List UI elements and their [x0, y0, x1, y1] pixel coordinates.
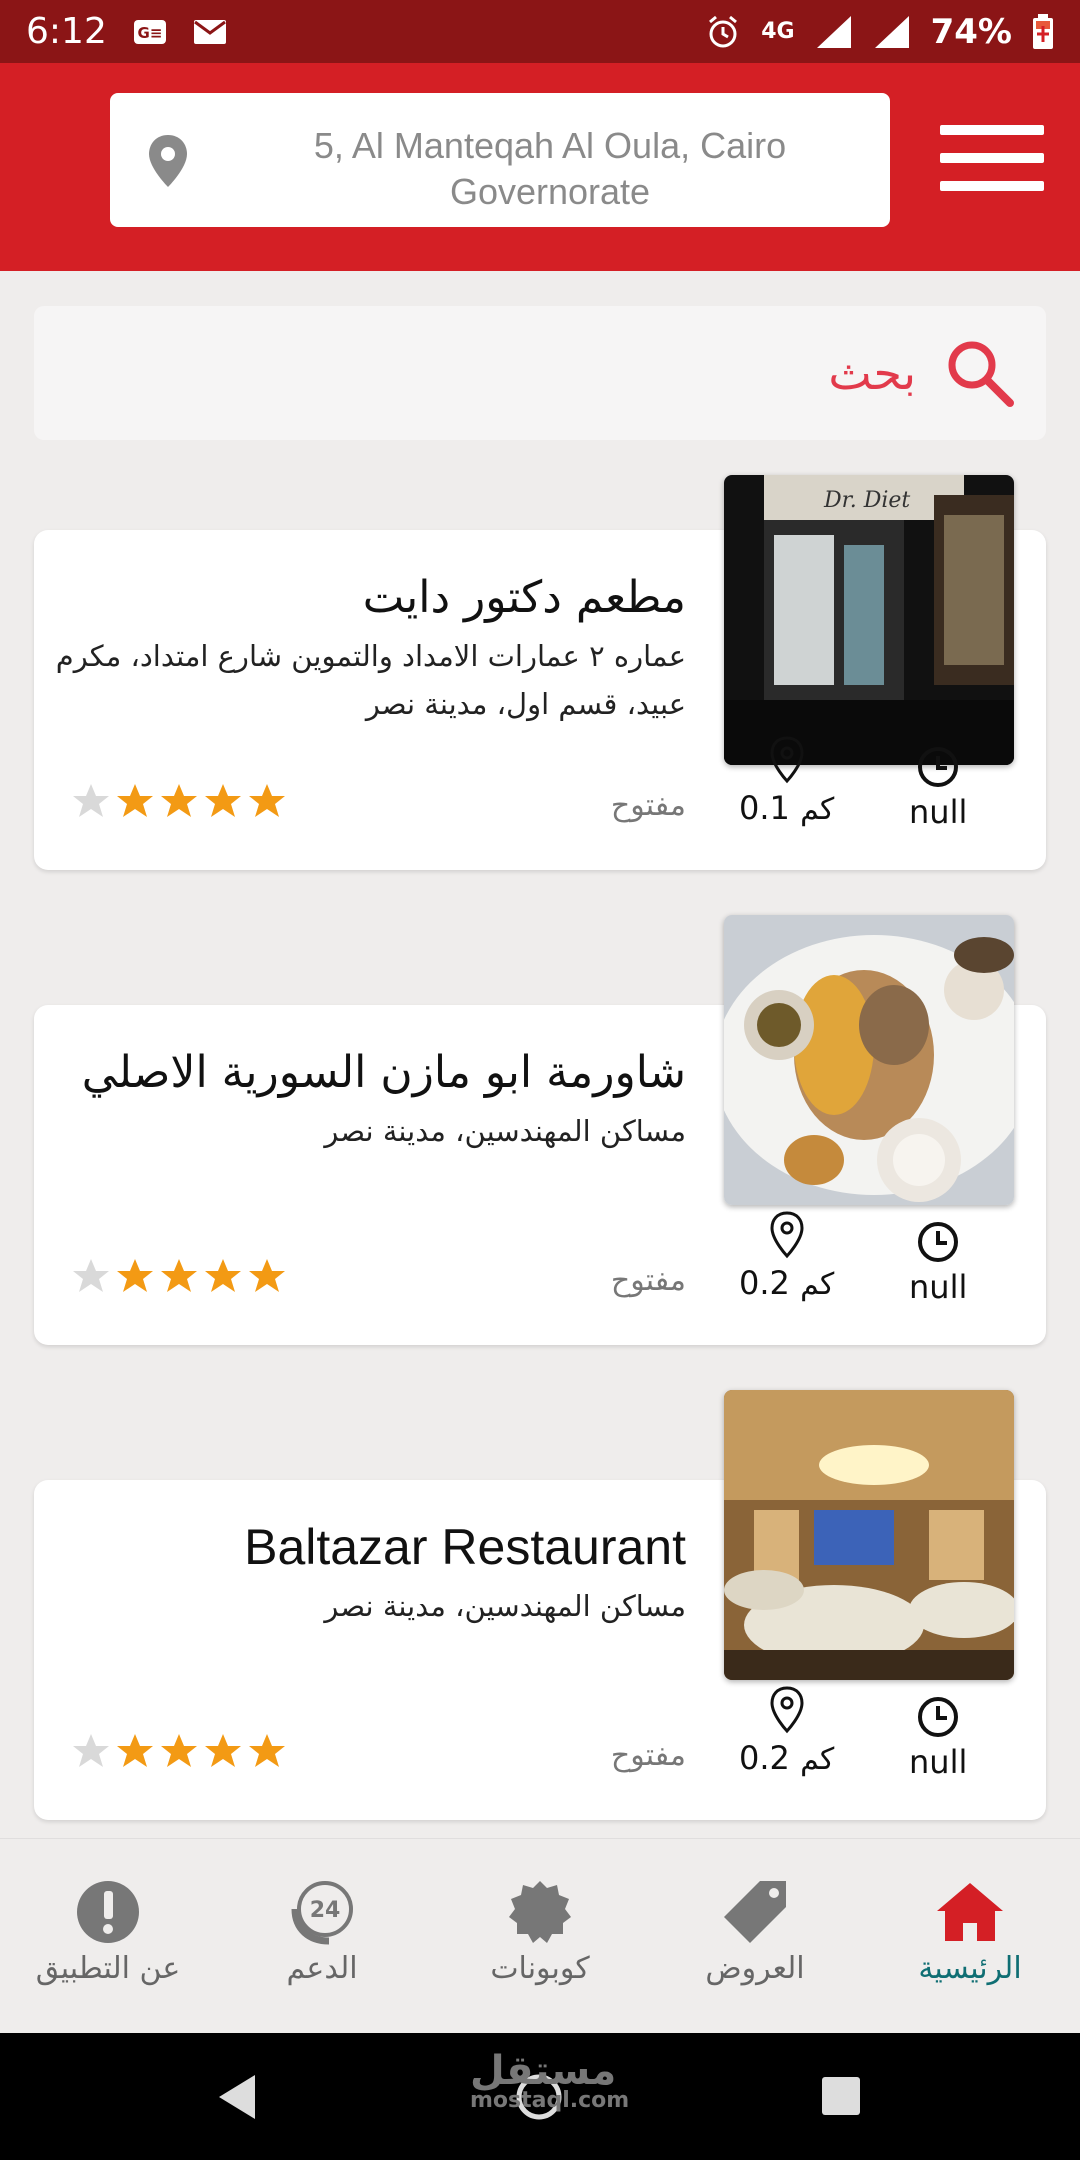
hours-value: null — [909, 1268, 968, 1306]
restaurant-photo — [724, 1390, 1014, 1680]
coupon-icon — [509, 1881, 571, 1943]
star-empty-icon — [73, 1734, 109, 1767]
network-type: 4G — [761, 19, 795, 44]
location-pin-icon — [149, 135, 187, 187]
hours-value: null — [909, 1743, 968, 1781]
distance-value: 0.2 — [739, 1739, 790, 1777]
distance-unit: كم — [800, 1267, 835, 1302]
nav-offers[interactable]: العروض — [655, 1879, 855, 1986]
distance-unit: كم — [800, 1742, 835, 1777]
bottom-navigation: عن التطبيق 24 الدعم كوبونات العروض الرئي… — [0, 1838, 1080, 2033]
clock-time: 6:12 — [26, 11, 107, 52]
battery-percent: 74% — [930, 11, 1012, 52]
star-filled-icon — [249, 1259, 285, 1292]
open-status: مفتوح — [610, 1263, 686, 1298]
star-filled-icon — [161, 784, 197, 817]
star-filled-icon — [249, 784, 285, 817]
restaurant-name: Baltazar Restaurant — [244, 1519, 686, 1575]
clock-icon — [918, 1697, 959, 1737]
search-label: بحث — [828, 346, 916, 400]
star-filled-icon — [117, 784, 153, 817]
restaurant-address: عماره ٢ عمارات الامداد والتموين شارع امت… — [55, 639, 686, 721]
status-bar: 6:12 G≡ 4G 74% — [0, 0, 1080, 63]
battery-charging-icon — [1033, 13, 1053, 49]
star-filled-icon — [161, 1259, 197, 1292]
nav-coupons[interactable]: كوبونات — [440, 1879, 640, 1986]
location-pin-outline-icon — [770, 1211, 804, 1259]
nav-label: عن التطبيق — [35, 1951, 181, 1986]
svg-text:Dr. Diet: Dr. Diet — [823, 488, 910, 513]
nav-support[interactable]: 24 الدعم — [222, 1879, 422, 1986]
recents-icon[interactable] — [820, 2075, 862, 2117]
nav-about[interactable]: عن التطبيق — [8, 1879, 208, 1986]
location-pin-outline-icon — [770, 736, 804, 784]
distance-info: كم 0.2 — [739, 1685, 834, 1777]
svg-text:24: 24 — [310, 1898, 341, 1923]
nav-label: العروض — [705, 1951, 805, 1986]
support-24-icon: 24 — [291, 1881, 353, 1945]
hours-info: null — [909, 745, 967, 831]
watermark-sub: mostaql.com — [470, 2088, 630, 2113]
distance-unit: كم — [800, 792, 835, 827]
watermark: مستقل mostaql.com — [470, 2048, 629, 2113]
restaurant-address: مساكن المهندسين، مدينة نصر — [324, 1589, 686, 1623]
star-filled-icon — [161, 1734, 197, 1767]
star-filled-icon — [205, 784, 241, 817]
hours-value: null — [909, 793, 968, 831]
location-pin-outline-icon — [770, 1686, 804, 1734]
tag-icon — [724, 1881, 786, 1943]
signal-icon — [816, 15, 851, 48]
distance-value: 0.2 — [739, 1264, 790, 1302]
restaurant-photo: Dr. Diet — [724, 475, 1014, 765]
star-filled-icon — [205, 1259, 241, 1292]
star-filled-icon — [117, 1259, 153, 1292]
search-icon[interactable] — [944, 337, 1016, 409]
nav-home[interactable]: الرئيسية — [870, 1879, 1070, 1986]
menu-icon[interactable] — [940, 125, 1044, 197]
signal-2-icon — [874, 15, 909, 48]
app-header: 5, Al Manteqah Al Oula, Cairo Governorat… — [0, 63, 1080, 271]
star-filled-icon — [205, 1734, 241, 1767]
restaurant-card[interactable]: شاورمة ابو مازن السورية الاصلي مساكن الم… — [34, 915, 1046, 1345]
star-empty-icon — [73, 1259, 109, 1292]
back-icon[interactable] — [215, 2073, 259, 2121]
home-icon — [937, 1883, 1003, 1941]
restaurant-address: مساكن المهندسين، مدينة نصر — [324, 1114, 686, 1148]
rating-stars — [72, 782, 286, 820]
clock-icon — [918, 747, 959, 787]
restaurant-photo — [724, 915, 1014, 1205]
distance-value: 0.1 — [739, 789, 790, 827]
distance-info: كم 0.1 — [739, 735, 834, 827]
star-filled-icon — [117, 1734, 153, 1767]
notification-app-icon: G≡ — [133, 19, 166, 44]
mail-icon — [193, 19, 226, 44]
open-status: مفتوح — [610, 1738, 686, 1773]
distance-info: كم 0.2 — [739, 1210, 834, 1302]
svg-text:G≡: G≡ — [137, 24, 162, 42]
nav-label: الرئيسية — [918, 1951, 1022, 1986]
search-bar[interactable]: بحث — [34, 306, 1046, 440]
nav-label: الدعم — [286, 1951, 358, 1986]
nav-label: كوبونات — [490, 1951, 590, 1986]
location-field[interactable]: 5, Al Manteqah Al Oula, Cairo Governorat… — [110, 93, 890, 227]
star-empty-icon — [73, 784, 109, 817]
alarm-icon — [709, 15, 738, 47]
clock-icon — [918, 1222, 959, 1262]
restaurant-name: شاورمة ابو مازن السورية الاصلي — [81, 1047, 686, 1098]
info-icon — [77, 1881, 139, 1943]
rating-stars — [72, 1732, 286, 1770]
location-text: 5, Al Manteqah Al Oula, Cairo Governorat… — [313, 125, 787, 212]
restaurant-card[interactable]: Baltazar Restaurant مساكن المهندسين، مدي… — [34, 1390, 1046, 1820]
hours-info: null — [909, 1695, 967, 1781]
restaurant-card[interactable]: Dr. Diet مطعم دكتور دايت عماره ٢ عمارات … — [34, 475, 1046, 870]
rating-stars — [72, 1257, 286, 1295]
star-filled-icon — [249, 1734, 285, 1767]
hours-info: null — [909, 1220, 967, 1306]
open-status: مفتوح — [610, 788, 686, 823]
restaurant-name: مطعم دكتور دايت — [362, 572, 686, 623]
